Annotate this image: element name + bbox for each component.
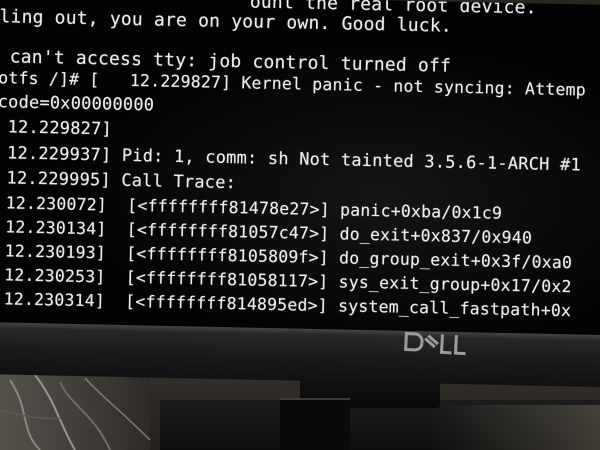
photo: ount the real root device. ling out, you… <box>0 0 600 450</box>
monitor-screen: ount the real root device. ling out, you… <box>0 0 600 344</box>
terminal-line: code=0x00000000 <box>0 92 155 116</box>
terminal-line: 12.229995] Call Trace: <box>0 168 237 194</box>
cables <box>0 374 151 450</box>
terminal-line: 12.229827] <box>0 117 113 140</box>
desk-device <box>280 398 350 450</box>
dell-logo <box>404 331 466 356</box>
light-reflection <box>430 405 600 450</box>
